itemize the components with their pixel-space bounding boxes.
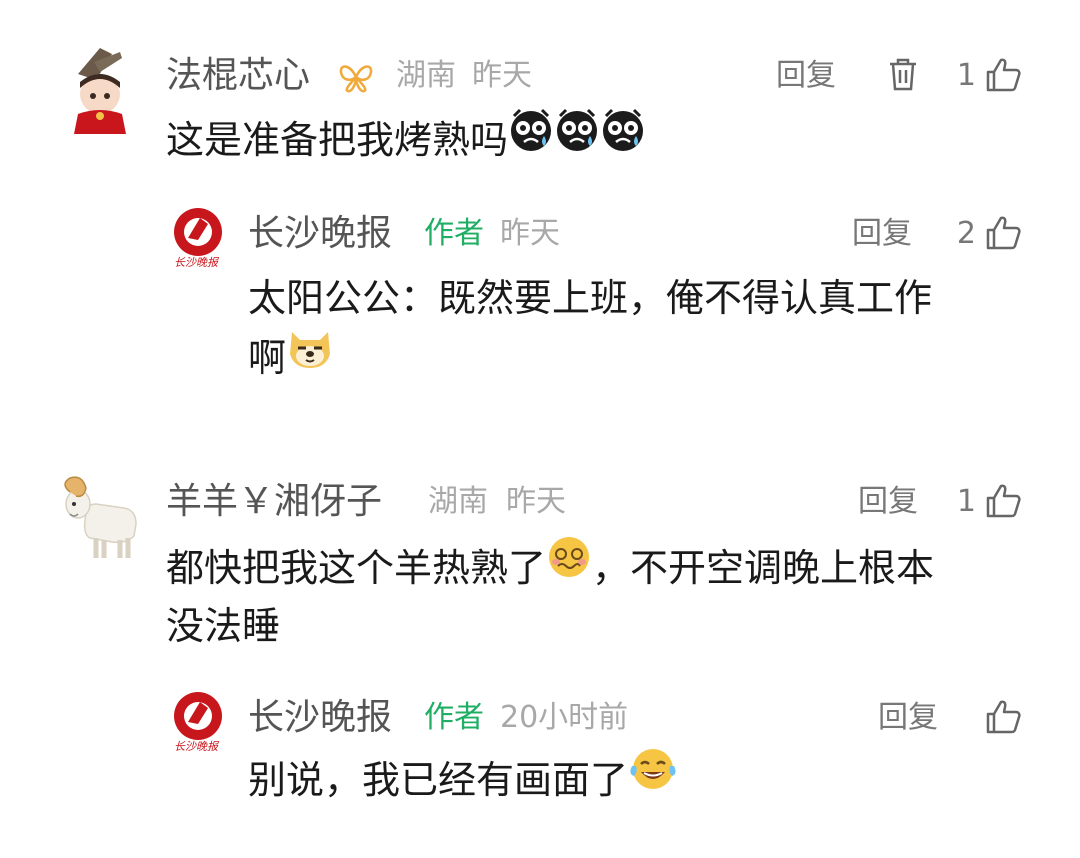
- reply-text-line: 太阳公公：既然要上班，俺不得认真工作: [248, 276, 933, 320]
- user-avatar[interactable]: [60, 44, 140, 134]
- comment-time: 昨天: [500, 216, 560, 251]
- reply-item: 长沙晚报 长沙晚报 作者 昨天 回复 2 太阳公公：既然要上班，俺不得认真工作 …: [0, 200, 1080, 400]
- crying-face-emoji: [600, 106, 646, 171]
- username[interactable]: 长沙晚报: [248, 696, 392, 740]
- username[interactable]: 长沙晚报: [248, 212, 392, 256]
- comment-time: 昨天: [472, 58, 532, 93]
- reply-button[interactable]: 回复: [878, 696, 938, 740]
- comment-time: 20小时前: [500, 700, 629, 735]
- crying-face-emoji: [508, 106, 554, 171]
- reply-text-line: 别说，我已经有画面了: [248, 748, 678, 812]
- thumbs-up-icon[interactable]: [984, 56, 1022, 94]
- reply-button[interactable]: 回复: [852, 212, 912, 256]
- comment-text-content: 都快把我这个羊热熟了: [166, 546, 547, 590]
- comment-text-line: 都快把我这个羊热熟了 ，不开空调晚上根本: [166, 536, 934, 600]
- doge-emoji: [286, 324, 334, 389]
- author-badge: 作者: [424, 216, 484, 251]
- publisher-avatar[interactable]: 长沙晚报: [164, 206, 232, 272]
- reply-item: 长沙晚报 长沙晚报 作者 20小时前 回复 别说，我已经有画面了: [0, 688, 1080, 848]
- reply-text-content: 啊: [248, 336, 287, 380]
- username[interactable]: 法棍芯心: [166, 54, 310, 98]
- user-location: 湖南: [428, 484, 488, 519]
- reply-button[interactable]: 回复: [858, 480, 918, 524]
- comment-item: 羊羊￥湘伢子 湖南 昨天 回复 1 都快把我这个羊热熟了 ，不开空调晚上根本 没…: [0, 460, 1080, 858]
- avatar-caption: 长沙晚报: [174, 740, 218, 753]
- woozy-face-emoji: [546, 534, 592, 599]
- tears-of-joy-emoji: [628, 746, 678, 811]
- avatar-caption: 长沙晚报: [174, 256, 218, 269]
- author-badge: 作者: [424, 700, 484, 735]
- username[interactable]: 羊羊￥湘伢子: [166, 480, 382, 524]
- thumbs-up-icon[interactable]: [984, 214, 1022, 252]
- comment-time: 昨天: [506, 484, 566, 519]
- crying-face-emoji: [554, 106, 600, 171]
- fan-badge-icon: [336, 60, 376, 94]
- like-count: 1: [956, 484, 976, 519]
- thumbs-up-icon[interactable]: [984, 698, 1022, 736]
- user-avatar[interactable]: [56, 474, 140, 560]
- comment-text-content: ，不开空调晚上根本: [592, 546, 935, 590]
- thumbs-up-icon[interactable]: [984, 482, 1022, 520]
- comment-text-line: 没法睡: [166, 604, 281, 648]
- comment-text: 这是准备把我烤熟吗: [166, 108, 646, 172]
- like-count: 2: [956, 216, 976, 251]
- reply-text-content: 别说，我已经有画面了: [248, 758, 629, 802]
- reply-text-line: 啊: [248, 326, 334, 390]
- like-count: 1: [956, 58, 976, 93]
- reply-button[interactable]: 回复: [776, 54, 836, 98]
- publisher-avatar[interactable]: 长沙晚报: [164, 690, 232, 756]
- trash-icon[interactable]: [886, 56, 920, 92]
- user-location: 湖南: [396, 58, 456, 93]
- comment-text-content: 这是准备把我烤熟吗: [166, 118, 509, 162]
- comment-item: 法棍芯心 湖南 昨天 回复 1 这是准备把我烤熟吗 长沙晚报 长沙晚报 作者 昨…: [0, 0, 1080, 420]
